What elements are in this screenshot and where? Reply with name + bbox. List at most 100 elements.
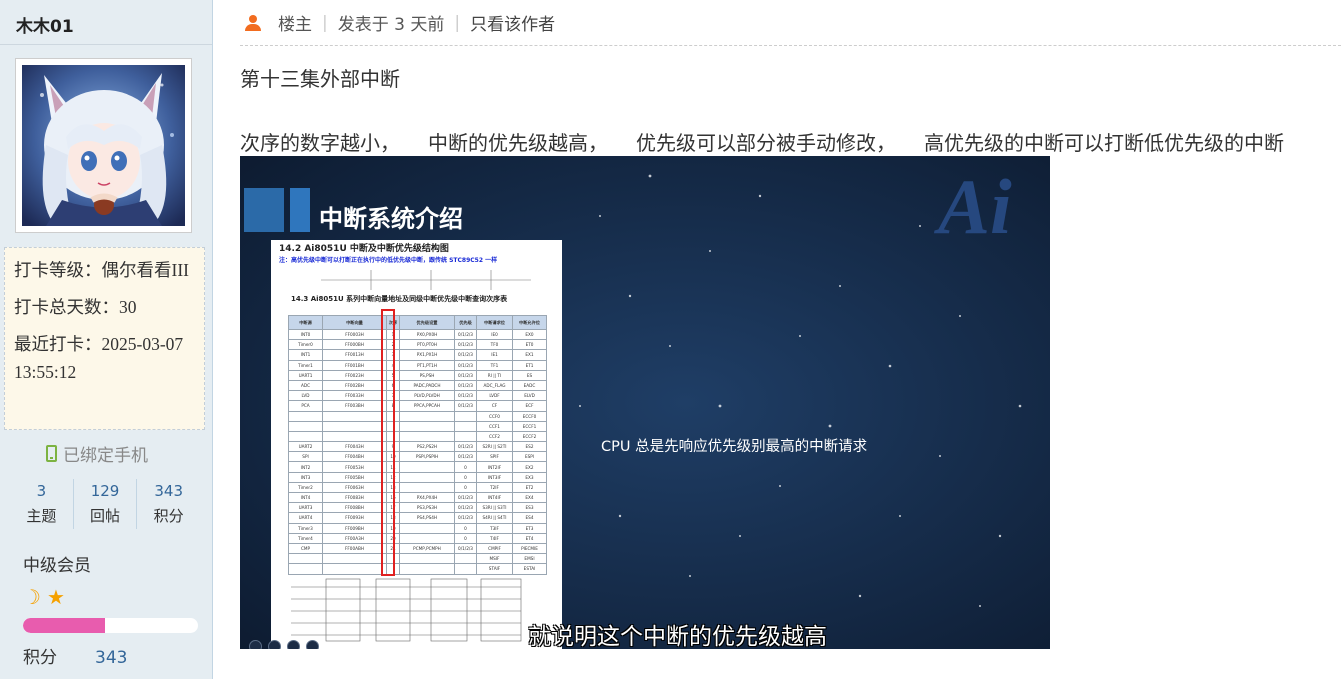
table-row: INT0 FF0003H 1 PX0,PX0H 0/1/2/3 IE0 EX0 [288, 328, 547, 341]
table-row: Timer3 FF009BH 19 0 T3IF ET3 [288, 522, 547, 534]
table-cell: ADC [288, 379, 323, 392]
table-cell: ESPI [512, 451, 547, 463]
table-cell: 0/1/2/3 [454, 379, 477, 392]
user-stats: 3 主题 129 回帖 343 积分 [10, 479, 200, 529]
table-cell: SPI [288, 451, 323, 463]
doc-heading: 14.2 Ai8051U 中断及中断优先级结构图 [279, 244, 449, 254]
medals: ☽ ★ [23, 585, 65, 609]
table-cell: FF0083H [322, 491, 387, 504]
highlight-box [381, 309, 395, 576]
table-cell: FF0093H [322, 512, 387, 524]
table-cell: T2IF [476, 481, 513, 494]
table-header-cell: 中断向量 [322, 315, 387, 330]
table-cell [399, 471, 455, 483]
table-cell: UART2 [288, 441, 323, 453]
table-cell: 0/1/2/3 [454, 491, 477, 504]
table-cell: 0/1/2/3 [454, 400, 477, 412]
phone-icon [46, 445, 57, 462]
table-cell [399, 461, 455, 473]
table-cell: S3RI || S3TI [476, 502, 513, 514]
player-control-icon[interactable] [306, 640, 319, 649]
table-cell: 0/1/2/3 [454, 390, 477, 402]
interrupt-table: 中断源 中断向量 次序 优先级设置 优先级 中断请求位 中断允许位 INT0 FF0003H 1… [288, 315, 547, 575]
table-cell [454, 553, 477, 565]
table-cell: CMP [288, 542, 323, 555]
table-cell [288, 420, 323, 432]
table-cell: 0 [454, 461, 477, 473]
table-row: INT3 FF005BH 12 0 INT3IF EX3 [288, 471, 547, 483]
table-cell: FF0043H [322, 441, 387, 453]
stat-replies[interactable]: 129 回帖 [72, 479, 137, 529]
table-cell: EMSI [512, 553, 547, 565]
table-cell: ET4 [512, 532, 547, 544]
table-cell: SPIF [476, 451, 513, 463]
username[interactable]: 木木01 [16, 12, 74, 37]
points-label: 积分 [23, 648, 57, 668]
table-cell: 0/1/2/3 [454, 359, 477, 371]
table-cell: FF0013H [322, 349, 387, 361]
table-cell: CF [476, 400, 513, 412]
table-cell: S2RI || S2TI [476, 441, 513, 453]
table-cell: FF0003H [322, 328, 387, 341]
stat-points[interactable]: 343 积分 [136, 479, 200, 529]
player-control-icon[interactable] [249, 640, 262, 649]
table-cell: PX1,PX1H [399, 349, 455, 361]
table-cell: INT4IF [476, 491, 513, 504]
moon-icon: ☽ [23, 585, 41, 609]
posted-time: 发表于 3 天前 [337, 15, 445, 35]
stat-label: 回帖 [90, 507, 121, 525]
player-control-icon[interactable] [268, 640, 281, 649]
table-cell: PS3,PS3H [399, 502, 455, 514]
player-control-icon[interactable] [287, 640, 300, 649]
table-cell [454, 410, 477, 422]
user-sidebar: 木木01 打卡等级：偶尔看看III 打卡总天数：30 最近打卡：2025-03-… [0, 0, 213, 679]
table-cell: ECF [512, 400, 547, 412]
video-screenshot[interactable]: 中断系统介绍 Ai 14.2 Ai8051U 中断及中断优先级结构图 注：高优先… [240, 156, 1050, 649]
author-role: 楼主 [278, 15, 312, 35]
table-cell: ET2 [512, 481, 547, 494]
table-cell: ES2 [512, 441, 547, 453]
post-text-part: 优先级可以部分被手动修改， [636, 131, 896, 155]
table-cell: Timer0 [288, 339, 323, 351]
table-cell [322, 420, 387, 432]
table-cell: INT2 [288, 461, 323, 473]
avatar[interactable] [15, 58, 192, 233]
table-cell [399, 553, 455, 565]
user-icon [244, 13, 262, 33]
table-cell: CCF0 [476, 410, 513, 422]
table-header-cell: 中断请求位 [476, 315, 513, 330]
table-cell: FF009BH [322, 522, 387, 534]
table-cell: 0 [454, 522, 477, 534]
table-row: Timer0 FF000BH 2 PT0,PT0H 0/1/2/3 TF0 ET0 [288, 339, 547, 351]
table-cell: 0/1/2/3 [454, 451, 477, 463]
table-cell [399, 430, 455, 443]
table-cell: PIECMIE [512, 542, 547, 555]
table-cell: PPCA,PPCAH [399, 400, 455, 412]
table-cell: PCMP,PCMPH [399, 542, 455, 555]
stat-threads[interactable]: 3 主题 [10, 479, 73, 529]
points-progress-fill [23, 618, 106, 633]
table-cell [288, 553, 323, 565]
table-row: UART3 FF008BH 17 PS3,PS3H 0/1/2/3 S3RI || S3T… [288, 502, 547, 514]
table-cell: PT1,PT1H [399, 359, 455, 371]
table-cell: FF004BH [322, 451, 387, 463]
cpu-caption: CPU 总是先响应优先级别最高的中断请求 [601, 439, 868, 455]
table-cell: FF00A3H [322, 532, 387, 544]
table-cell: FF008BH [322, 502, 387, 514]
only-author-link[interactable]: 只看该作者 [470, 10, 555, 35]
phone-bound-badge[interactable]: 已绑定手机 [46, 441, 148, 466]
table-cell: FF001BH [322, 359, 387, 371]
table-row: PCA FF003BH 8 PPCA,PPCAH 0/1/2/3 CF ECF [288, 400, 547, 412]
table-cell: 0/1/2/3 [454, 339, 477, 351]
table-cell: IE0 [476, 328, 513, 341]
table-cell: Timer1 [288, 359, 323, 371]
table-cell: INT3 [288, 471, 323, 483]
interrupt-diagram [291, 578, 522, 642]
table-cell [454, 430, 477, 443]
table-cell: ES4 [512, 512, 547, 524]
points-progress-bar [23, 618, 198, 633]
table-cell: INT1 [288, 349, 323, 361]
user-group[interactable]: 中级会员 [23, 551, 91, 576]
table-cell: CCF2 [476, 430, 513, 443]
table-row: LVD FF0033H 7 PLVD,PLVDH 0/1/2/3 LVDF ELVD [288, 390, 547, 402]
